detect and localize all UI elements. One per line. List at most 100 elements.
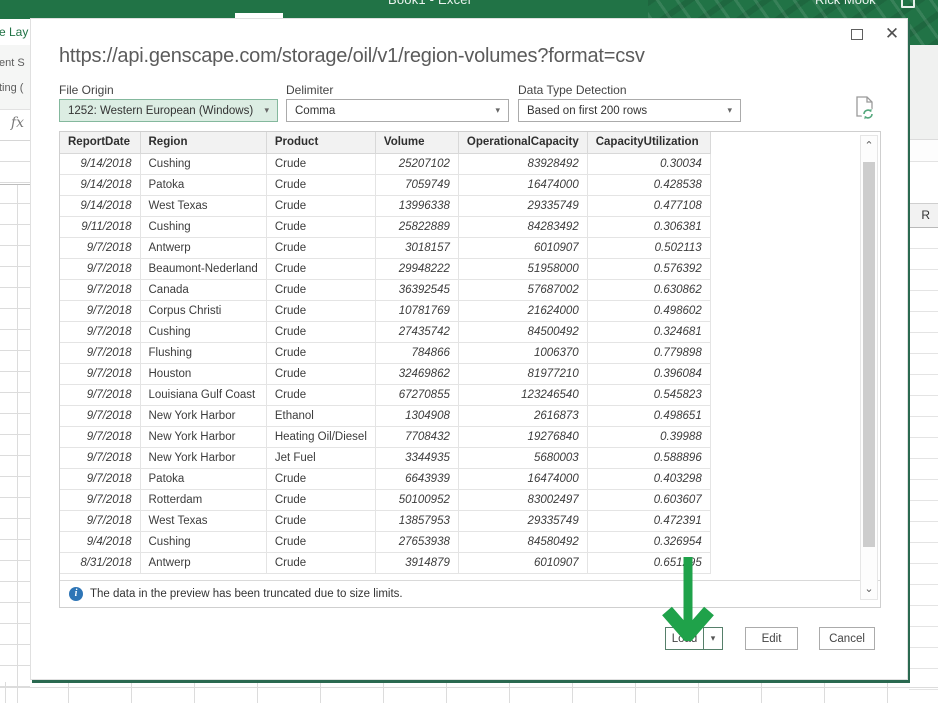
column-header: Product [266,132,375,153]
screen: Book1 - Excel Rick Mook e Lay ent S ting… [0,0,938,703]
table-cell: 0.30034 [587,153,710,174]
table-cell: Crude [266,258,375,279]
table-row: 9/7/2018Corpus ChristiCrude1078176921624… [60,300,710,321]
load-button[interactable]: Load [665,627,703,650]
table-cell: 9/4/2018 [60,531,140,552]
table-cell: Crude [266,489,375,510]
data-type-detection-dropdown[interactable]: Based on first 200 rows ▾ [518,99,741,122]
dialog-title-url: https://api.genscape.com/storage/oil/v1/… [59,45,645,68]
vertical-scrollbar[interactable]: ⌃ ⌄ [860,135,878,600]
table-cell: Patoka [140,468,266,489]
table-cell: Crude [266,279,375,300]
close-icon[interactable]: ✕ [883,25,901,43]
table-row: 9/7/2018HoustonCrude32469862819772100.39… [60,363,710,384]
ribbon-tab-row: e Lay [0,19,30,45]
table-cell: 83928492 [458,153,587,174]
table-cell: 7708432 [375,426,458,447]
table-cell: 9/7/2018 [60,321,140,342]
table-cell: 8/31/2018 [60,552,140,573]
table-cell: Crude [266,174,375,195]
table-row: 9/7/2018AntwerpCrude301815760109070.5021… [60,237,710,258]
chevron-down-icon: ▾ [264,105,269,116]
column-header: ReportDate [60,132,140,153]
table-cell: 83002497 [458,489,587,510]
table-cell: 9/7/2018 [60,489,140,510]
truncation-notice: i The data in the preview has been trunc… [60,580,880,607]
table-row: 9/7/2018West TexasCrude13857953293357490… [60,510,710,531]
table-cell: 0.498602 [587,300,710,321]
table-cell: 84500492 [458,321,587,342]
edit-button[interactable]: Edit [745,627,798,650]
table-row: 8/31/2018AntwerpCrude391487960109070.651… [60,552,710,573]
table-cell: 0.326954 [587,531,710,552]
restore-window-icon[interactable] [851,29,863,40]
table-cell: 9/7/2018 [60,342,140,363]
table-row: 9/7/2018New York HarborHeating Oil/Diese… [60,426,710,447]
scrollbar-thumb[interactable] [863,162,875,547]
excel-right-edge: R [908,45,938,703]
table-cell: 7059749 [375,174,458,195]
table-cell: Crude [266,552,375,573]
table-cell: Antwerp [140,552,266,573]
user-photo-icon [901,0,915,8]
column-header: OperationalCapacity [458,132,587,153]
table-cell: 6643939 [375,468,458,489]
table-cell: Crude [266,510,375,531]
scroll-down-icon[interactable]: ⌄ [861,581,877,597]
table-cell: 0.651295 [587,552,710,573]
delimiter-label: Delimiter [286,83,333,97]
window-title: Book1 - Excel [388,0,471,7]
cancel-button[interactable]: Cancel [819,627,875,650]
preview-header-row: ReportDateRegionProductVolumeOperational… [60,132,710,153]
table-cell: Crude [266,237,375,258]
table-cell: 2616873 [458,405,587,426]
table-cell: 50100952 [375,489,458,510]
table-cell: Ethanol [266,405,375,426]
table-cell: 0.588896 [587,447,710,468]
table-cell: Rotterdam [140,489,266,510]
table-cell: 9/14/2018 [60,195,140,216]
load-split-arrow-icon[interactable]: ▾ [703,627,723,650]
scroll-up-icon[interactable]: ⌃ [861,138,877,154]
preview-table: ReportDateRegionProductVolumeOperational… [60,132,711,574]
table-cell: 0.498651 [587,405,710,426]
table-cell: 0.472391 [587,510,710,531]
table-cell: New York Harbor [140,447,266,468]
table-cell: New York Harbor [140,405,266,426]
table-cell: 67270855 [375,384,458,405]
table-cell: 29335749 [458,195,587,216]
file-origin-dropdown[interactable]: 1252: Western European (Windows) ▾ [59,99,278,122]
table-cell: 9/7/2018 [60,237,140,258]
excel-left-edge: e Lay ent S ting ( fx [0,19,30,703]
table-cell: 57687002 [458,279,587,300]
table-cell: 84580492 [458,531,587,552]
file-origin-label: File Origin [59,83,114,97]
table-cell: Cushing [140,216,266,237]
table-cell: 9/7/2018 [60,258,140,279]
table-cell: 10781769 [375,300,458,321]
table-row: 9/14/2018CushingCrude25207102839284920.3… [60,153,710,174]
table-row: 9/7/2018New York HarborJet Fuel334493556… [60,447,710,468]
table-cell: Crude [266,153,375,174]
table-cell: Crude [266,195,375,216]
table-cell: Crude [266,384,375,405]
table-cell: 9/14/2018 [60,174,140,195]
table-cell: 0.502113 [587,237,710,258]
cell-text-fragment: R [921,208,930,222]
table-cell: 9/7/2018 [60,300,140,321]
truncation-message: The data in the preview has been truncat… [90,588,403,600]
table-cell: Crude [266,531,375,552]
table-row: 9/4/2018CushingCrude27653938845804920.32… [60,531,710,552]
worksheet-grid-fragment [909,228,938,703]
refresh-preview-icon[interactable] [853,95,877,123]
delimiter-dropdown[interactable]: Comma ▾ [286,99,509,122]
table-cell: West Texas [140,510,266,531]
table-cell: 6010907 [458,237,587,258]
formula-bar-fragment [908,140,938,162]
ribbon-text-fragment: ting ( [0,82,23,94]
chevron-down-icon: ▾ [495,105,500,116]
table-cell: 27435742 [375,321,458,342]
table-cell: Flushing [140,342,266,363]
ribbon-fragment [908,45,938,140]
gridline [17,185,18,703]
